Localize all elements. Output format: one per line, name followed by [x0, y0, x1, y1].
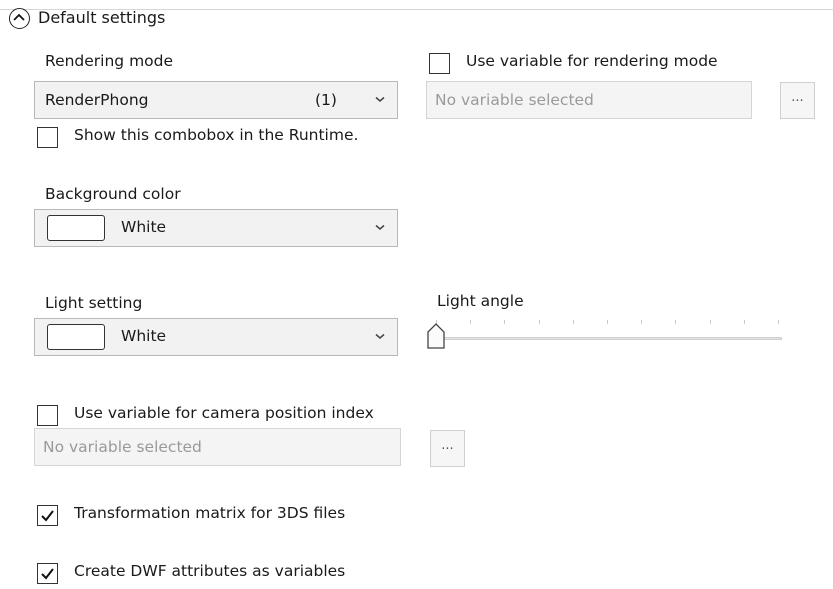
slider-tick — [504, 320, 506, 324]
rendering-variable-field[interactable]: No variable selected — [426, 81, 752, 119]
light-setting-label: Light setting — [45, 294, 143, 312]
light-color-swatch — [47, 324, 105, 350]
transformation-matrix-label: Transformation matrix for 3DS files — [74, 504, 346, 522]
slider-tick — [572, 320, 574, 324]
chevron-up-icon — [13, 13, 25, 21]
checkmark-icon — [41, 568, 54, 580]
rendering-mode-count: (1) — [315, 91, 337, 109]
rendering-mode-selected: RenderPhong — [45, 91, 149, 109]
slider-tick — [538, 320, 540, 324]
use-variable-rendering-checkbox[interactable] — [429, 53, 450, 74]
section-title: Default settings — [38, 8, 166, 27]
slider-tick — [675, 320, 677, 324]
rendering-variable-browse-button[interactable]: ... — [780, 82, 815, 119]
use-variable-rendering-label: Use variable for rendering mode — [466, 52, 718, 70]
slider-tick — [470, 320, 472, 324]
chevron-down-icon — [375, 319, 389, 355]
transformation-matrix-checkbox[interactable] — [37, 505, 58, 526]
create-dwf-attributes-checkbox[interactable] — [37, 563, 58, 584]
show-in-runtime-label: Show this combobox in the Runtime. — [74, 126, 359, 144]
background-color-dropdown[interactable]: White — [34, 209, 398, 247]
use-variable-camera-label: Use variable for camera position index — [74, 404, 374, 422]
slider-tick — [641, 320, 643, 324]
background-color-swatch — [47, 215, 105, 241]
slider-tick — [743, 320, 745, 324]
light-setting-dropdown[interactable]: White — [34, 318, 398, 356]
light-angle-label: Light angle — [437, 292, 524, 310]
create-dwf-attributes-label: Create DWF attributes as variables — [74, 562, 346, 580]
background-color-label: Background color — [45, 185, 181, 203]
collapse-section-button[interactable] — [9, 8, 30, 29]
slider-thumb-icon[interactable] — [426, 322, 446, 350]
chevron-down-icon — [375, 82, 389, 118]
use-variable-camera-checkbox[interactable] — [37, 405, 58, 426]
slider-tick — [778, 320, 779, 324]
rendering-mode-dropdown[interactable]: RenderPhong (1) — [34, 81, 398, 119]
light-setting-selected: White — [121, 327, 167, 345]
show-in-runtime-checkbox[interactable] — [37, 127, 58, 148]
checkmark-icon — [41, 510, 54, 522]
slider-tick — [607, 320, 608, 324]
slider-tick — [709, 320, 711, 324]
camera-variable-browse-button[interactable]: ... — [430, 430, 465, 467]
camera-variable-field[interactable]: No variable selected — [34, 428, 401, 466]
background-color-selected: White — [121, 218, 167, 236]
chevron-down-icon — [375, 210, 389, 246]
light-angle-slider-track[interactable] — [430, 337, 782, 340]
rendering-mode-label: Rendering mode — [45, 52, 174, 70]
